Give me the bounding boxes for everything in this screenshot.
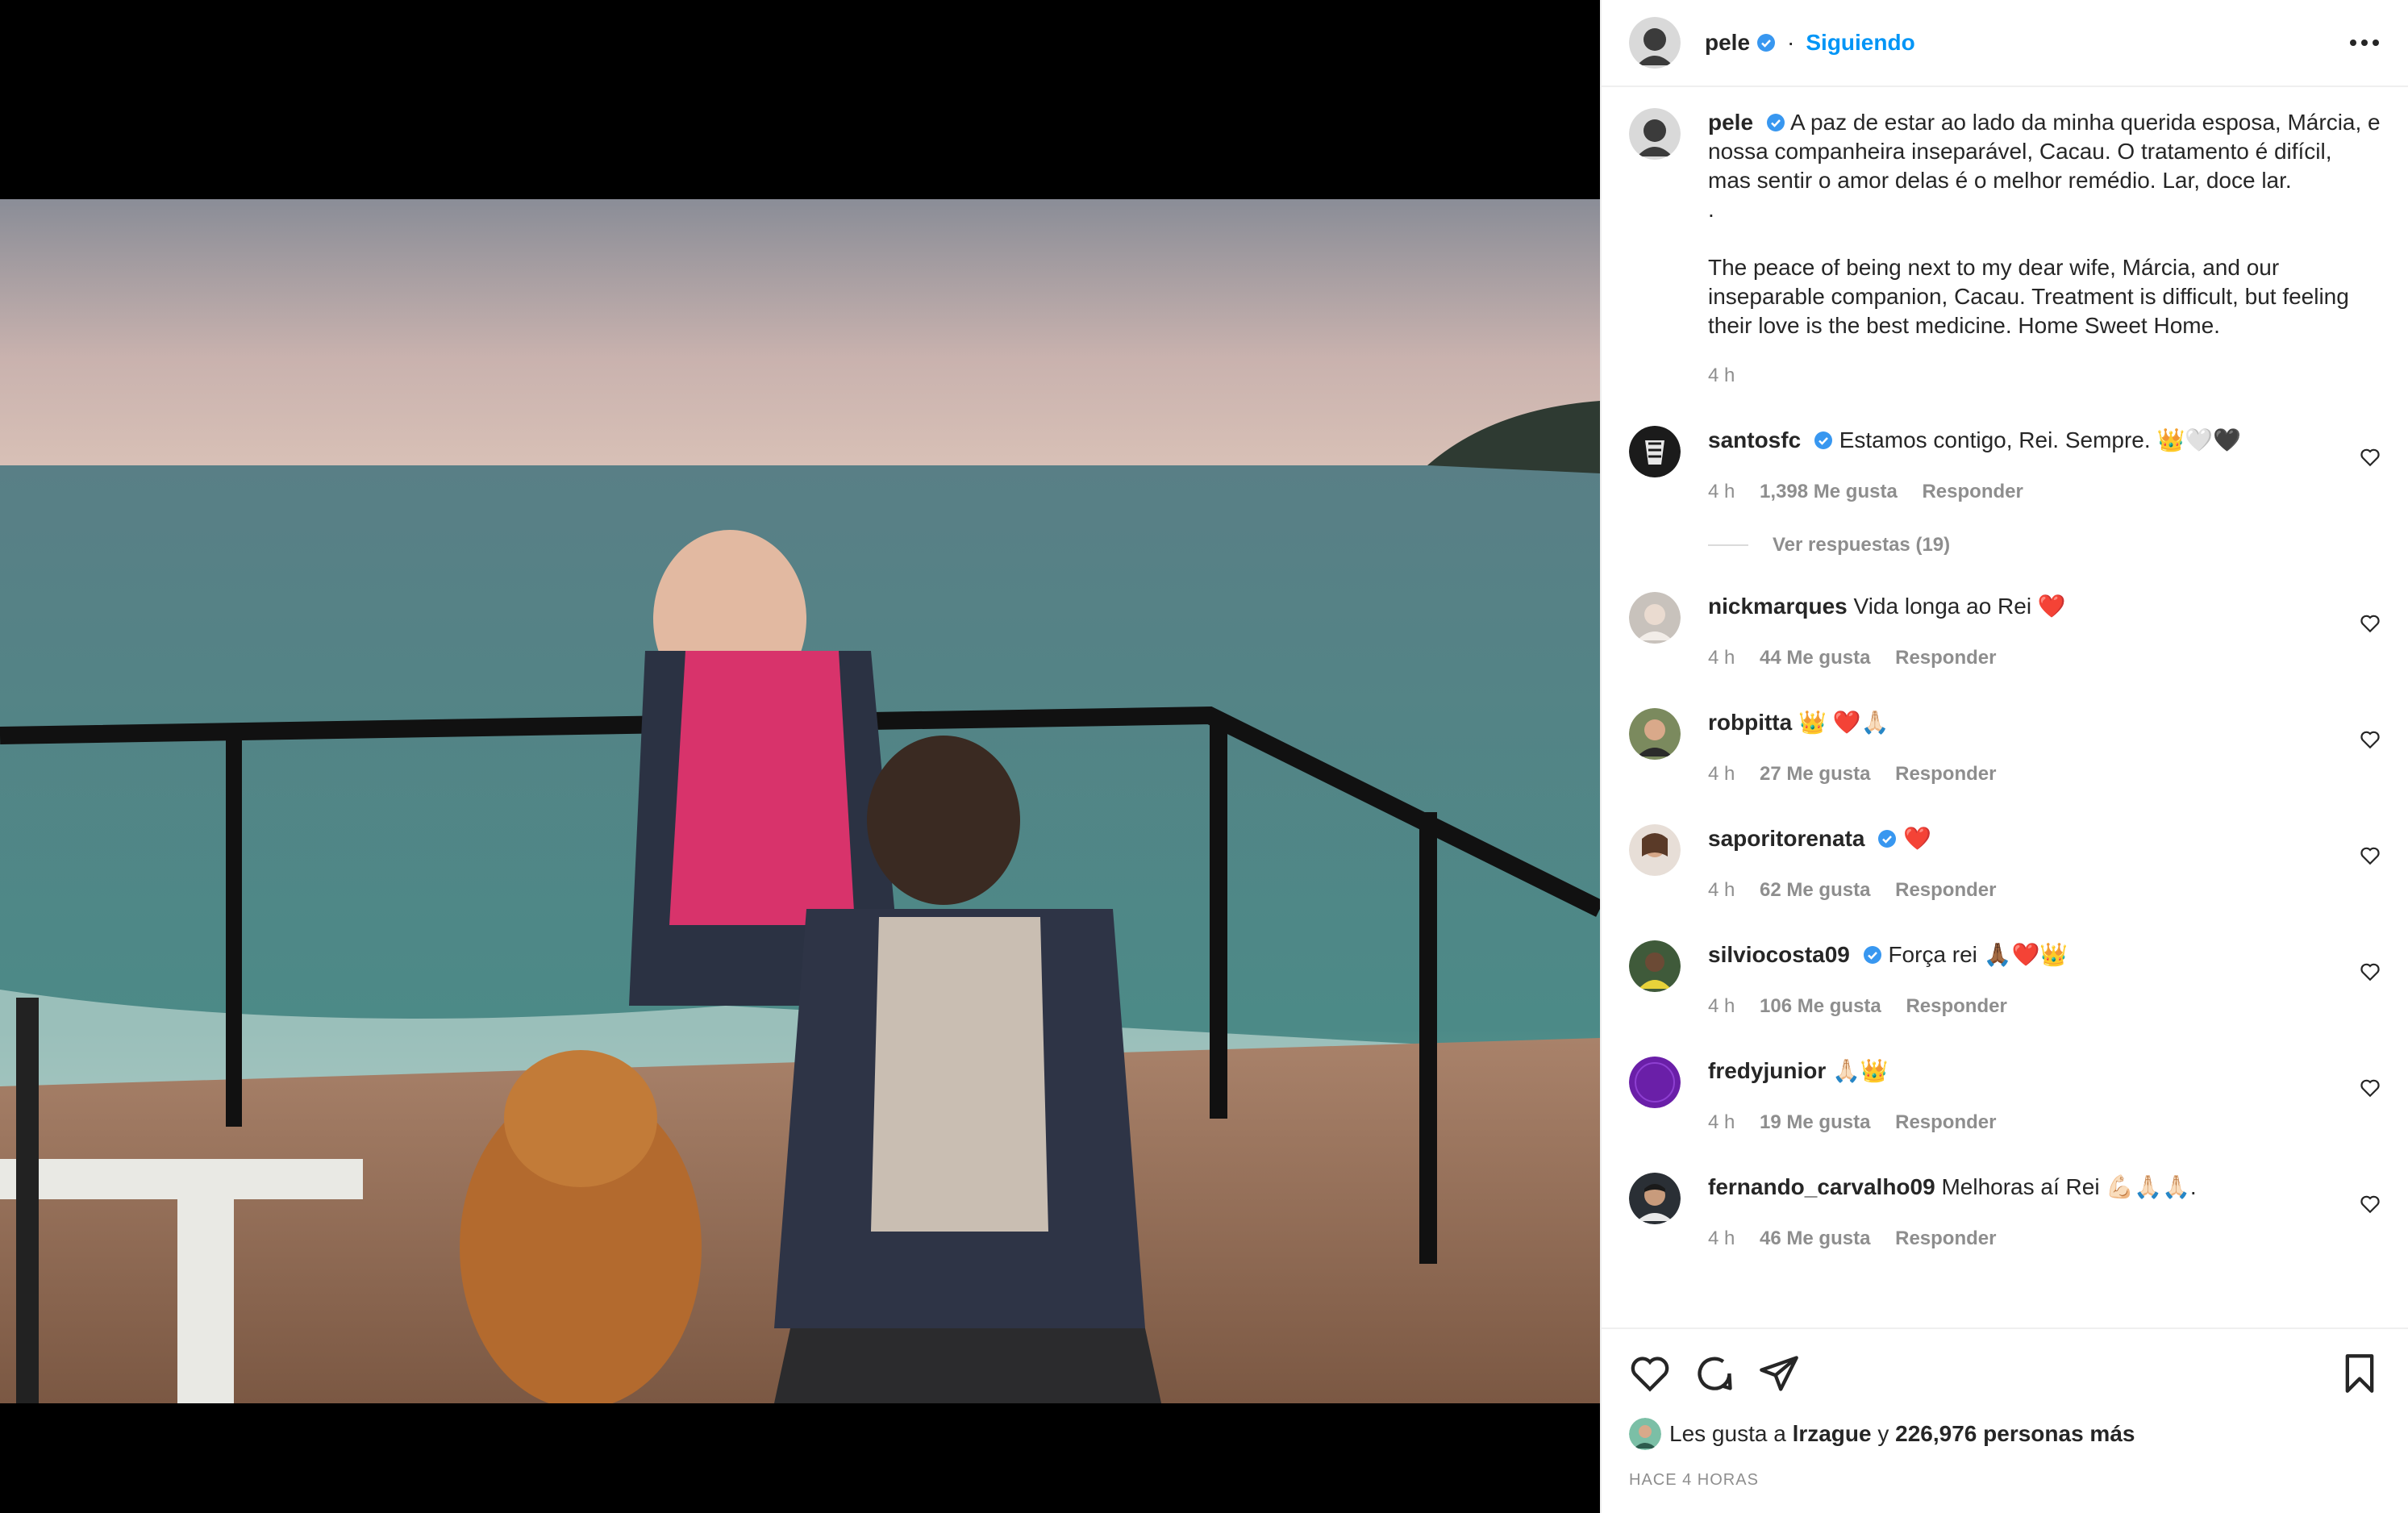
comment-text: 👑 ❤️🙏🏻 (1798, 710, 1889, 735)
verified-badge-icon (1814, 431, 1832, 449)
comment-time: 4 h (1708, 1227, 1735, 1249)
comment-item: nickmarques Vida longa ao Rei ❤️ 4 h 44 … (1629, 592, 2381, 673)
like-comment-heart-icon[interactable] (2360, 447, 2381, 468)
comment-text: Força rei 🙏🏾❤️👑 (1888, 942, 2068, 967)
comment-username[interactable]: fernando_carvalho09 (1708, 1174, 1935, 1199)
caption-time: 4 h (1708, 365, 1735, 386)
caption-username[interactable]: pele (1708, 110, 1753, 135)
bookmark-icon[interactable] (2339, 1353, 2381, 1394)
separator-dot: · (1787, 30, 1795, 55)
comment-time: 4 h (1708, 879, 1735, 901)
comment-time: 4 h (1708, 647, 1735, 669)
share-icon[interactable] (1758, 1353, 1800, 1394)
avatar[interactable] (1629, 426, 1681, 477)
post-side-panel: pele · Siguiendo pele A paz de estar ao … (1600, 0, 2408, 1513)
avatar[interactable] (1629, 1057, 1681, 1108)
verified-badge-icon (1878, 830, 1897, 848)
comment-likes[interactable]: 46 Me gusta (1760, 1227, 1870, 1249)
like-comment-heart-icon[interactable] (2360, 1077, 2381, 1098)
comment-likes[interactable]: 19 Me gusta (1760, 1111, 1870, 1133)
comment-username[interactable]: saporitorenata (1708, 826, 1865, 851)
comment-text: Vida longa ao Rei ❤️ (1853, 594, 2066, 619)
likes-prefix: Les gusta a (1669, 1421, 1786, 1446)
comment-item: robpitta 👑 ❤️🙏🏻 4 h 27 Me gusta Responde… (1629, 708, 2381, 789)
comment-likes[interactable]: 44 Me gusta (1760, 647, 1870, 669)
post-timestamp[interactable]: HACE 4 HORAS (1629, 1471, 2381, 1490)
comment-text: ❤️ (1903, 826, 1931, 851)
post-media[interactable] (0, 0, 1600, 1513)
comment-text: 🙏🏻👑 (1832, 1058, 1889, 1083)
avatar[interactable] (1629, 592, 1681, 644)
reply-button[interactable]: Responder (1895, 763, 1996, 785)
reply-button[interactable]: Responder (1895, 879, 1996, 901)
comment-time: 4 h (1708, 995, 1735, 1017)
likes-username[interactable]: lrzague (1793, 1421, 1872, 1447)
post-header: pele · Siguiendo (1602, 0, 2408, 87)
comment-likes[interactable]: 1,398 Me gusta (1760, 481, 1898, 502)
avatar[interactable] (1629, 1173, 1681, 1224)
likes-count[interactable]: 226,976 personas más (1895, 1421, 2135, 1447)
comment-username[interactable]: silviocosta09 (1708, 942, 1850, 967)
heart-icon[interactable] (1629, 1353, 1671, 1394)
caption-text-pt: A paz de estar ao lado da minha querida … (1708, 110, 2381, 193)
comment-item: fredyjunior 🙏🏻👑 4 h 19 Me gusta Responde… (1629, 1057, 2381, 1137)
avatar[interactable] (1629, 708, 1681, 760)
likes-summary[interactable]: Les gusta a lrzague y 226,976 personas m… (1629, 1418, 2381, 1450)
comment-item: fernando_carvalho09 Melhoras aí Rei 💪🏻🙏🏻… (1629, 1173, 2381, 1253)
verified-badge-icon (1863, 946, 1881, 964)
reply-button[interactable]: Responder (1895, 647, 1996, 669)
comment-item: silviocosta09 Força rei 🙏🏾❤️👑 4 h 106 Me… (1629, 940, 2381, 1021)
likes-connector: y (1877, 1421, 1889, 1446)
comment-item: saporitorenata ❤️ 4 h 62 Me gusta Respon… (1629, 824, 2381, 905)
comment-time: 4 h (1708, 481, 1735, 502)
avatar[interactable] (1629, 17, 1681, 69)
caption-dot: . (1708, 197, 1714, 222)
avatar[interactable] (1629, 940, 1681, 992)
verified-badge-icon (1757, 34, 1776, 52)
avatar[interactable] (1629, 824, 1681, 876)
comment-text: Melhoras aí Rei 💪🏻🙏🏻🙏🏻. (1941, 1174, 2197, 1199)
more-options-icon[interactable] (2348, 27, 2381, 59)
post-caption: pele A paz de estar ao lado da minha que… (1629, 108, 2381, 390)
reply-button[interactable]: Responder (1895, 1111, 1996, 1133)
comment-likes[interactable]: 62 Me gusta (1760, 879, 1870, 901)
comment-time: 4 h (1708, 763, 1735, 785)
comment-likes[interactable]: 27 Me gusta (1760, 763, 1870, 785)
reply-button[interactable]: Responder (1895, 1227, 1996, 1249)
caption-text-en: The peace of being next to my dear wife,… (1708, 255, 2349, 338)
like-comment-heart-icon[interactable] (2360, 845, 2381, 866)
view-replies-button[interactable]: Ver respuestas (19) (1708, 534, 2381, 556)
following-button[interactable]: Siguiendo (1806, 30, 1914, 56)
verified-badge-icon (1766, 114, 1785, 131)
like-comment-heart-icon[interactable] (2360, 961, 2381, 982)
comment-item: santosfc Estamos contigo, Rei. Sempre. 👑… (1629, 426, 2381, 506)
comment-icon[interactable] (1694, 1353, 1735, 1394)
comment-text: Estamos contigo, Rei. Sempre. 👑🤍🖤 (1839, 427, 2242, 452)
comments-section[interactable]: pele A paz de estar ao lado da minha que… (1602, 87, 2408, 1328)
reply-button[interactable]: Responder (1906, 995, 2006, 1017)
avatar[interactable] (1629, 108, 1681, 160)
comment-username[interactable]: robpitta (1708, 710, 1792, 735)
comment-likes[interactable]: 106 Me gusta (1760, 995, 1881, 1017)
post-photo (0, 199, 1600, 1403)
replies-divider (1708, 544, 1748, 546)
avatar[interactable] (1629, 1418, 1661, 1450)
comment-time: 4 h (1708, 1111, 1735, 1133)
comment-username[interactable]: nickmarques (1708, 594, 1848, 619)
like-comment-heart-icon[interactable] (2360, 1194, 2381, 1215)
reply-button[interactable]: Responder (1922, 481, 2023, 502)
post-actions: Les gusta a lrzague y 226,976 personas m… (1602, 1328, 2408, 1513)
view-replies-label: Ver respuestas (19) (1773, 534, 1951, 556)
post-author-username[interactable]: pele (1705, 30, 1750, 56)
comment-username[interactable]: santosfc (1708, 427, 1801, 452)
comment-username[interactable]: fredyjunior (1708, 1058, 1826, 1083)
like-comment-heart-icon[interactable] (2360, 613, 2381, 634)
like-comment-heart-icon[interactable] (2360, 729, 2381, 750)
